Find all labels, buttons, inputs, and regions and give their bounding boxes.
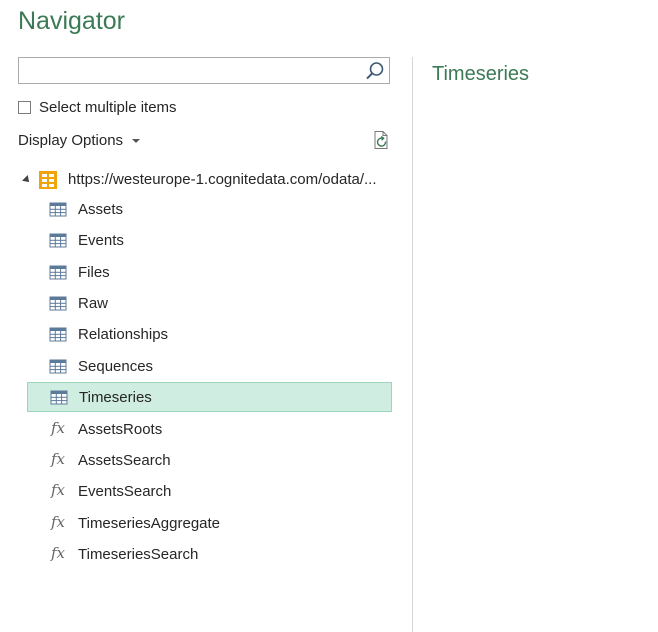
tree-item-label: Timeseries	[79, 389, 152, 406]
tree-item-files[interactable]: Files	[27, 258, 392, 288]
tree-item-label: Assets	[78, 201, 124, 218]
tree-item-label: EventsSearch	[78, 483, 172, 500]
select-multiple-items[interactable]: Select multiple items	[18, 99, 177, 116]
database-icon	[39, 171, 57, 189]
table-icon	[49, 265, 67, 280]
tree-item-label: Raw	[78, 295, 109, 312]
search-box[interactable]	[18, 57, 390, 84]
pane-divider[interactable]	[412, 57, 413, 632]
tree-item-label: AssetsSearch	[78, 452, 171, 469]
table-icon	[49, 296, 67, 311]
caret-down-icon	[132, 139, 141, 143]
tree-root[interactable]: https://westeurope-1.cognitedata.com/oda…	[0, 168, 400, 192]
tree-item-assetssearch[interactable]: fx AssetsSearch	[27, 446, 392, 476]
tree-item-label: Relationships	[78, 326, 169, 343]
tree-item-label: TimeseriesAggregate	[78, 515, 221, 532]
display-options-dropdown[interactable]: Display Options	[18, 132, 141, 149]
tree-item-timeseries[interactable]: Timeseries	[27, 382, 392, 412]
table-icon	[49, 359, 67, 374]
select-multiple-label: Select multiple items	[39, 99, 177, 116]
expand-triangle-icon[interactable]	[22, 175, 32, 185]
tree-item-events[interactable]: Events	[27, 226, 392, 256]
navigator-title: Navigator	[18, 7, 125, 35]
tree-item-timeseriessearch[interactable]: fx TimeseriesSearch	[27, 540, 392, 570]
function-icon: fx	[51, 419, 66, 437]
function-icon: fx	[51, 481, 66, 499]
tree-item-relationships[interactable]: Relationships	[27, 320, 392, 350]
tree-item-assets[interactable]: Assets	[27, 195, 392, 225]
table-icon	[49, 327, 67, 342]
search-input[interactable]	[19, 58, 371, 83]
display-options-label: Display Options	[18, 132, 124, 149]
function-icon: fx	[51, 450, 66, 468]
table-icon	[49, 233, 67, 248]
tree-item-eventssearch[interactable]: fx EventsSearch	[27, 477, 392, 507]
tree-root-label: https://westeurope-1.cognitedata.com/oda…	[68, 171, 377, 188]
table-icon	[49, 202, 67, 217]
tree-item-label: Events	[78, 232, 124, 249]
tree-item-sequences[interactable]: Sequences	[27, 352, 392, 382]
select-multiple-checkbox[interactable]	[18, 101, 31, 114]
tree-item-label: Sequences	[78, 358, 154, 375]
search-icon[interactable]	[365, 61, 385, 81]
tree-item-timeseriesaggregate[interactable]: fx TimeseriesAggregate	[27, 509, 392, 539]
function-icon: fx	[51, 544, 66, 562]
refresh-icon[interactable]	[372, 130, 392, 150]
tree-item-label: AssetsRoots	[78, 421, 163, 438]
function-icon: fx	[51, 513, 66, 531]
tree-item-raw[interactable]: Raw	[27, 289, 392, 319]
preview-title: Timeseries	[432, 63, 530, 85]
tree-item-label: TimeseriesSearch	[78, 546, 199, 563]
tree-item-label: Files	[78, 264, 110, 281]
tree-item-assetsroots[interactable]: fx AssetsRoots	[27, 415, 392, 445]
table-icon	[50, 390, 68, 405]
